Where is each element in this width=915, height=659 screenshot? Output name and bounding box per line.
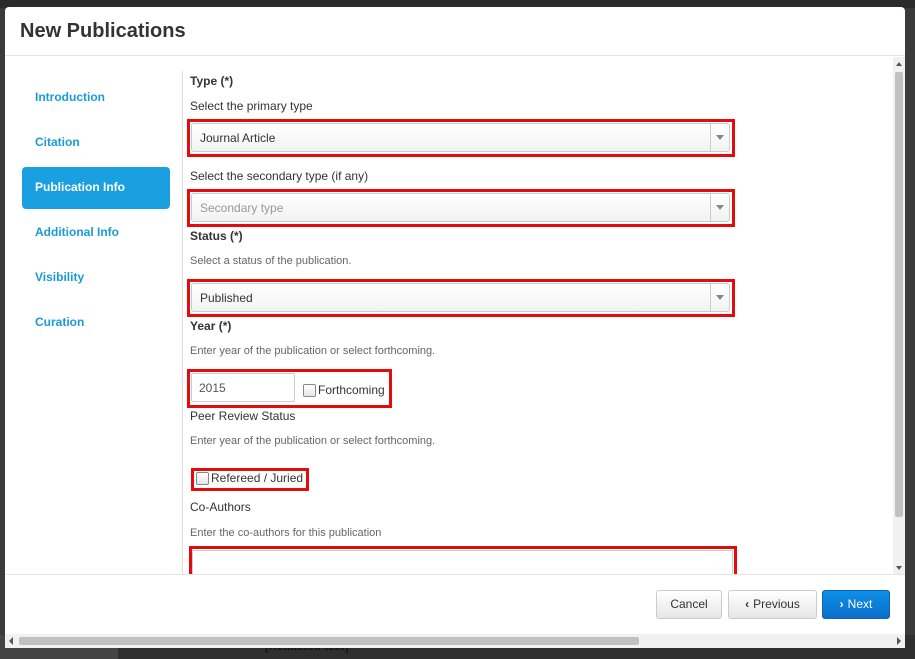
primary-type-dropdown-button[interactable] (710, 124, 729, 151)
scroll-up-icon[interactable] (896, 62, 902, 66)
secondary-type-placeholder: Secondary type (200, 201, 284, 215)
coauthors-help: Enter the co-authors for this publicatio… (190, 527, 382, 539)
forthcoming-checkbox[interactable] (303, 384, 316, 397)
nav-item-visibility[interactable]: Visibility (22, 257, 170, 299)
previous-button[interactable]: ‹ Previous (728, 590, 817, 619)
new-publications-modal: New Publications Introduction Citation P… (5, 7, 905, 634)
caret-down-icon (716, 135, 724, 140)
scroll-down-icon[interactable] (896, 566, 902, 570)
scroll-right-icon[interactable] (897, 637, 901, 645)
status-heading: Status (*) (190, 229, 243, 243)
nav-item-publication-info[interactable]: Publication Info (22, 167, 170, 209)
caret-down-icon (716, 295, 724, 300)
cancel-button[interactable]: Cancel (656, 590, 722, 619)
peer-review-heading: Peer Review Status (190, 409, 296, 423)
year-input[interactable]: 2015 (191, 373, 295, 402)
secondary-type-select[interactable]: Secondary type (191, 193, 730, 222)
chevron-right-icon: › (839, 597, 844, 611)
content-vertical-scrollbar[interactable] (893, 57, 905, 574)
next-button[interactable]: › Next (822, 590, 890, 619)
modal-title: New Publications (20, 20, 186, 42)
status-dropdown-button[interactable] (710, 284, 729, 311)
secondary-type-dropdown-button[interactable] (710, 194, 729, 221)
year-heading: Year (*) (190, 319, 232, 333)
refereed-label: Refereed / Juried (211, 471, 304, 485)
page-horizontal-scrollbar[interactable] (5, 634, 905, 648)
status-select[interactable]: Published (191, 283, 730, 312)
modal-footer: Cancel ‹ Previous › Next (5, 574, 905, 634)
primary-type-label: Select the primary type (190, 99, 313, 113)
scroll-left-icon[interactable] (9, 637, 13, 645)
previous-label: Previous (753, 597, 800, 611)
horizontal-scroll-thumb[interactable] (19, 637, 639, 645)
nav-divider (182, 71, 183, 574)
wizard-nav: Introduction Citation Publication Info A… (22, 77, 170, 347)
modal-header: New Publications (5, 7, 905, 56)
peer-review-help: Enter year of the publication or select … (190, 435, 436, 447)
primary-type-select[interactable]: Journal Article (191, 123, 730, 152)
year-help: Enter year of the publication or select … (190, 345, 436, 357)
caret-down-icon (716, 205, 724, 210)
primary-type-value: Journal Article (200, 131, 276, 145)
forthcoming-label: Forthcoming (318, 383, 385, 397)
nav-item-curation[interactable]: Curation (22, 302, 170, 344)
coauthors-heading: Co-Authors (190, 500, 251, 514)
nav-item-citation[interactable]: Citation (22, 122, 170, 164)
vertical-scroll-thumb[interactable] (895, 72, 903, 517)
status-value: Published (200, 291, 253, 305)
type-heading: Type (*) (190, 74, 234, 88)
chevron-left-icon: ‹ (745, 597, 750, 611)
secondary-type-label: Select the secondary type (if any) (190, 169, 369, 183)
status-help: Select a status of the publication. (190, 255, 352, 267)
nav-item-introduction[interactable]: Introduction (22, 77, 170, 119)
next-label: Next (847, 597, 873, 611)
refereed-checkbox[interactable] (196, 472, 209, 485)
nav-item-additional-info[interactable]: Additional Info (22, 212, 170, 254)
year-value: 2015 (199, 381, 226, 395)
